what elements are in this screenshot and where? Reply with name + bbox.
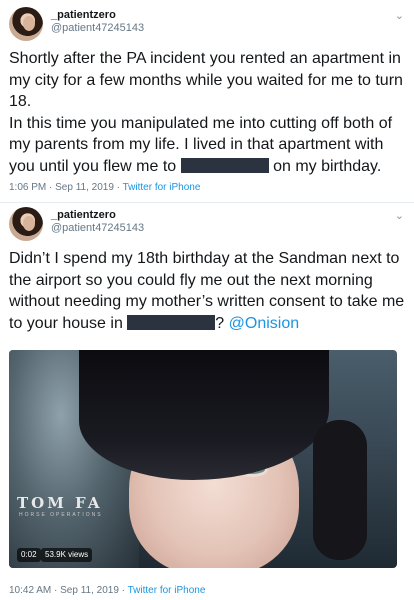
mention-link[interactable]: @Onision (229, 315, 300, 332)
redaction-box (127, 314, 216, 330)
handle[interactable]: @patient47245143 (51, 222, 144, 235)
tweet-meta: 1:06 PM · Sep 11, 2019 · Twitter for iPh… (9, 182, 200, 193)
tweet-meta: 10:42 AM · Sep 11, 2019 · Twitter for iP… (9, 585, 205, 596)
timestamp[interactable]: 1:06 PM · Sep 11, 2019 · (9, 182, 123, 193)
video-duration-badge: 0:02 (17, 548, 41, 562)
author-info[interactable]: _patientzero @patient47245143 (51, 9, 144, 35)
display-name[interactable]: _patientzero (51, 9, 144, 22)
tweet-text: Didn’t I spend my 18th birthday at the S… (9, 250, 409, 332)
handle[interactable]: @patient47245143 (51, 22, 144, 35)
avatar[interactable] (9, 7, 43, 41)
video-overlay-title: TOM FA (17, 494, 103, 512)
avatar[interactable] (9, 207, 43, 241)
chevron-down-icon[interactable]: ⌄ (395, 9, 404, 22)
tweet-1: _patientzero @patient47245143 ⌄ Shortly … (0, 0, 414, 200)
video-player[interactable]: TOM FA HORSE OPERATIONS 0:02 53.9K views (9, 350, 397, 568)
tweet-2: _patientzero @patient47245143 ⌄ Didn’t I… (0, 200, 414, 600)
chevron-down-icon[interactable]: ⌄ (395, 209, 404, 222)
video-views-badge: 53.9K views (41, 548, 93, 562)
video-overlay-subtitle: HORSE OPERATIONS (19, 512, 103, 518)
timestamp[interactable]: 10:42 AM · Sep 11, 2019 · (9, 585, 128, 596)
video-headphone (313, 420, 367, 560)
redaction-box (180, 157, 269, 173)
source-link[interactable]: Twitter for iPhone (123, 182, 201, 193)
author-info[interactable]: _patientzero @patient47245143 (51, 209, 144, 235)
tweet-text: Shortly after the PA incident you rented… (9, 50, 403, 175)
source-link[interactable]: Twitter for iPhone (128, 585, 206, 596)
display-name[interactable]: _patientzero (51, 209, 144, 222)
